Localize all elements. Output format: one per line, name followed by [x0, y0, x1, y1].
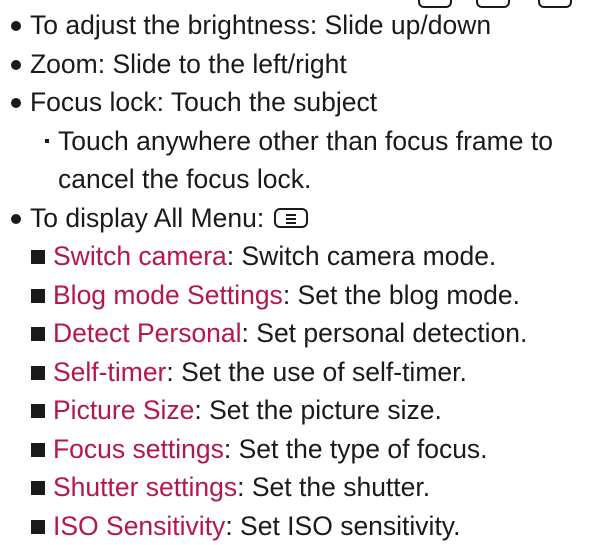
- bullet-brightness: To adjust the brightness: Slide up/down: [0, 6, 610, 45]
- focus-note-text: cancel the focus lock.: [58, 160, 311, 199]
- menu-item-desc: : Set the picture size.: [194, 395, 441, 425]
- square-bullet: [31, 366, 45, 380]
- menu-item-name: Switch camera: [53, 241, 227, 271]
- menu-item-focus-settings: Focus settings: Set the type of focus.: [0, 430, 610, 469]
- manual-page: To adjust the brightness: Slide up/down …: [0, 0, 610, 511]
- menu-item-self-timer: Self-timer: Set the use of self-timer.: [0, 353, 610, 392]
- menu-item-switch-camera: Switch camera: Switch camera mode.: [0, 237, 610, 276]
- square-bullet: [31, 443, 45, 457]
- menu-item-name: Shutter settings: [53, 472, 237, 502]
- focus-note-text: Touch anywhere other than focus frame to: [58, 122, 553, 161]
- square-bullet: [31, 481, 45, 495]
- menu-item-name: Picture Size: [53, 395, 194, 425]
- focus-note-line-2: cancel the focus lock.: [0, 160, 610, 199]
- bullet-zoom: Zoom: Slide to the left/right: [0, 45, 610, 84]
- bullet-dot: [11, 60, 21, 70]
- menu-item-desc: : Set personal detection.: [242, 318, 528, 348]
- bullet-text: Focus lock: Touch the subject: [30, 83, 377, 122]
- menu-item-desc: : Set the use of self-timer.: [166, 357, 466, 387]
- focus-note-line-1: Touch anywhere other than focus frame to: [0, 122, 610, 161]
- menu-item-blog-mode: Blog mode Settings: Set the blog mode.: [0, 276, 610, 315]
- bullet-dot: [11, 21, 21, 31]
- menu-item-iso-sensitivity: ISO Sensitivity: Set ISO sensitivity.: [0, 507, 610, 545]
- instruction-list: To adjust the brightness: Slide up/down …: [0, 6, 610, 545]
- bullet-dot: [11, 98, 21, 108]
- all-menu-label: To display All Menu:: [30, 203, 264, 233]
- menu-item-desc: : Set the shutter.: [237, 472, 430, 502]
- menu-item-detect-personal: Detect Personal: Set personal detection.: [0, 314, 610, 353]
- square-bullet: [31, 520, 45, 534]
- menu-item-picture-size: Picture Size: Set the picture size.: [0, 391, 610, 430]
- square-bullet: [31, 404, 45, 418]
- menu-item-name: Focus settings: [53, 434, 224, 464]
- menu-item-name: ISO Sensitivity: [53, 511, 225, 541]
- menu-item-desc: : Set the blog mode.: [283, 280, 520, 310]
- bullet-dot: [11, 214, 21, 224]
- menu-item-name: Blog mode Settings: [53, 280, 283, 310]
- menu-item-shutter-settings: Shutter settings: Set the shutter.: [0, 468, 610, 507]
- bullet-text: To adjust the brightness: Slide up/down: [30, 6, 491, 45]
- bullet-focus-lock: Focus lock: Touch the subject: [0, 83, 610, 122]
- menu-item-desc: : Set ISO sensitivity.: [225, 511, 460, 541]
- square-bullet: [31, 289, 45, 303]
- square-bullet: [31, 250, 45, 264]
- bullet-text: Zoom: Slide to the left/right: [30, 45, 347, 84]
- sub-bullet-dot: [45, 139, 49, 143]
- bullet-all-menu: To display All Menu:: [0, 199, 610, 238]
- bullet-text: To display All Menu:: [30, 199, 308, 238]
- square-bullet: [31, 327, 45, 341]
- menu-key-icon: [274, 208, 308, 228]
- menu-item-name: Self-timer: [53, 357, 166, 387]
- menu-item-name: Detect Personal: [53, 318, 242, 348]
- menu-item-desc: : Switch camera mode.: [227, 241, 497, 271]
- menu-item-desc: : Set the type of focus.: [224, 434, 488, 464]
